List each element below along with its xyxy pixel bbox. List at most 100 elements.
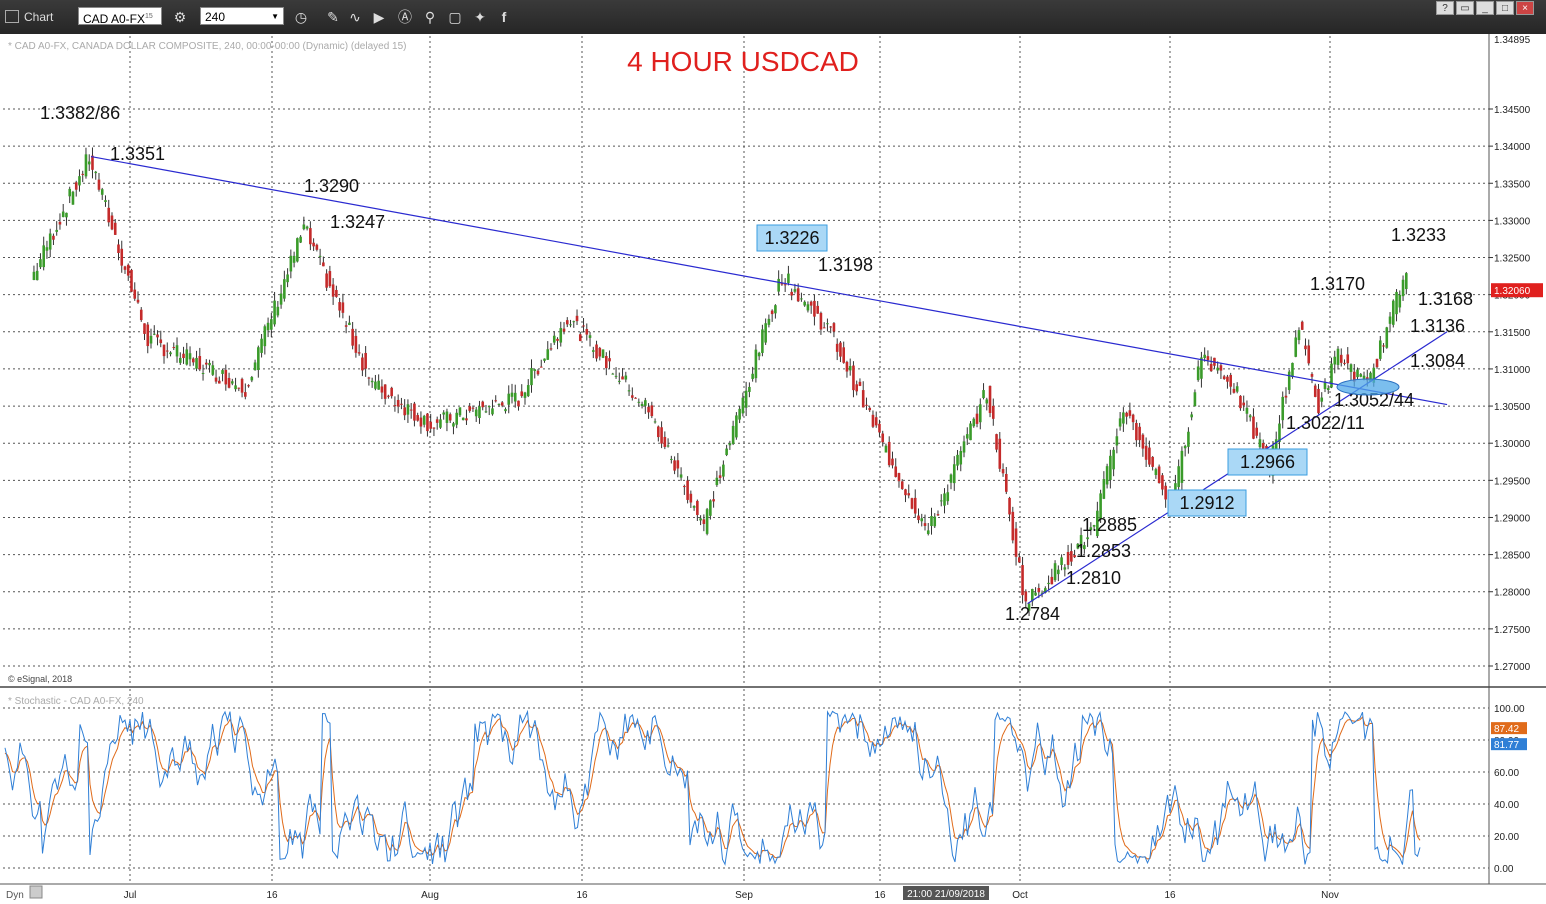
candle-body	[370, 380, 374, 383]
candle-body	[796, 288, 800, 302]
candle-body	[657, 426, 660, 438]
candle-body	[48, 233, 52, 250]
candle-body	[1047, 582, 1050, 585]
candle-body	[500, 402, 504, 406]
indicator-icon[interactable]: ∿	[346, 8, 364, 26]
gear-icon[interactable]: ⚙	[171, 8, 189, 26]
pencil-icon[interactable]: ✎	[324, 8, 342, 26]
play-icon[interactable]: ▶	[370, 8, 388, 26]
chart-area[interactable]: 1.34500 1.34000 1.33500 1.33000 1.32500 1.320…	[0, 34, 1546, 904]
candle-body	[315, 244, 319, 250]
symbol-input[interactable]: CAD A0-FX15	[78, 7, 162, 26]
candle-body	[149, 335, 153, 344]
candle-body	[783, 284, 787, 286]
candle-body	[455, 412, 459, 425]
candle-body	[705, 509, 709, 534]
minimize-icon[interactable]: _	[1476, 1, 1494, 15]
candle-body	[865, 404, 868, 406]
candle-body	[1226, 376, 1229, 382]
candle-body	[396, 399, 400, 407]
candle-body	[1326, 388, 1330, 391]
candle-body	[94, 171, 98, 174]
candle-body	[861, 390, 865, 408]
maximize-icon[interactable]: □	[1496, 1, 1514, 15]
candle-body	[959, 450, 963, 465]
candle-body	[1138, 426, 1141, 441]
help-icon[interactable]: ?	[1436, 1, 1454, 15]
candle-body	[491, 408, 494, 415]
candle-body	[325, 273, 328, 288]
candle-body	[1287, 371, 1291, 390]
candle-body	[439, 419, 442, 428]
candle-body	[42, 245, 45, 268]
dyn-label: Dyn	[6, 890, 24, 901]
candle-body	[273, 300, 276, 325]
candle-body	[552, 335, 556, 343]
candle-body	[461, 417, 465, 421]
candle-body	[191, 358, 195, 363]
annotation-label: 1.3136	[1410, 316, 1465, 336]
link-icon[interactable]: ⚲	[421, 8, 439, 26]
candle-body	[201, 372, 205, 374]
candle-body	[754, 349, 758, 379]
candle-body	[793, 289, 797, 292]
candle-body	[1359, 374, 1363, 377]
candle-body	[296, 238, 299, 262]
candle-body	[952, 464, 956, 484]
candle-body	[972, 418, 976, 427]
annotation-label: 1.3290	[304, 176, 359, 196]
candle-body	[182, 353, 185, 359]
candle-body	[748, 386, 751, 392]
candle-body	[1209, 363, 1213, 372]
annotation-label: 1.2784	[1005, 604, 1060, 624]
candle-body	[608, 358, 611, 362]
interval-select[interactable]: 240 ▼	[200, 7, 284, 25]
clock-icon[interactable]: ◷	[292, 8, 310, 26]
price-tick-label: 1.29500	[1494, 476, 1531, 487]
alert-icon[interactable]: Ⓐ	[396, 8, 414, 26]
candle-body	[1053, 563, 1057, 581]
title-bar: Chart CAD A0-FX15 ⚙ 240 ▼ ◷ ✎ ∿ ▶ Ⓐ ⚲ ▢ …	[0, 0, 1546, 35]
candle-body	[985, 399, 989, 404]
twitter-icon[interactable]: ✦	[471, 8, 489, 26]
candle-body	[917, 515, 920, 521]
price-tick-label: 1.30000	[1494, 439, 1531, 450]
candle-body	[1024, 591, 1028, 602]
candle-body	[715, 477, 719, 486]
restore-icon[interactable]: ▭	[1456, 1, 1474, 15]
candle-body	[156, 334, 159, 338]
candle-body	[104, 200, 107, 202]
annotation-boxed-label: 1.2912	[1179, 493, 1234, 513]
lock-icon[interactable]	[29, 885, 43, 899]
candle-body	[276, 306, 280, 316]
candle-body	[585, 329, 589, 335]
stoch-panel-header: * Stochastic - CAD A0-FX, 240	[8, 696, 144, 707]
candle-body	[673, 460, 676, 471]
candle-body	[380, 386, 384, 393]
stoch-tick-label: 40.00	[1494, 800, 1519, 811]
candle-body	[598, 347, 602, 357]
close-icon[interactable]: ×	[1516, 1, 1534, 15]
candle-body	[621, 376, 624, 380]
candle-body	[45, 247, 49, 251]
x-axis-label: Nov	[1321, 890, 1339, 901]
candle-body	[1057, 569, 1060, 575]
candle-body	[624, 375, 628, 380]
candle-body	[257, 347, 260, 371]
candle-body	[458, 407, 462, 416]
facebook-icon[interactable]: f	[495, 8, 513, 26]
candle-body	[1222, 376, 1226, 380]
candle-body	[71, 191, 75, 205]
candle-body	[107, 207, 111, 223]
candle-body	[1294, 337, 1298, 357]
candle-body	[1115, 436, 1119, 446]
candle-body	[146, 324, 150, 347]
candle-body	[429, 421, 432, 429]
candle-body	[591, 350, 595, 352]
comment-icon[interactable]: ▢	[446, 8, 464, 26]
candle-body	[764, 323, 767, 343]
candle-body	[731, 425, 735, 444]
candle-body	[84, 154, 88, 177]
candle-body	[559, 328, 563, 343]
candle-body	[1164, 485, 1167, 500]
